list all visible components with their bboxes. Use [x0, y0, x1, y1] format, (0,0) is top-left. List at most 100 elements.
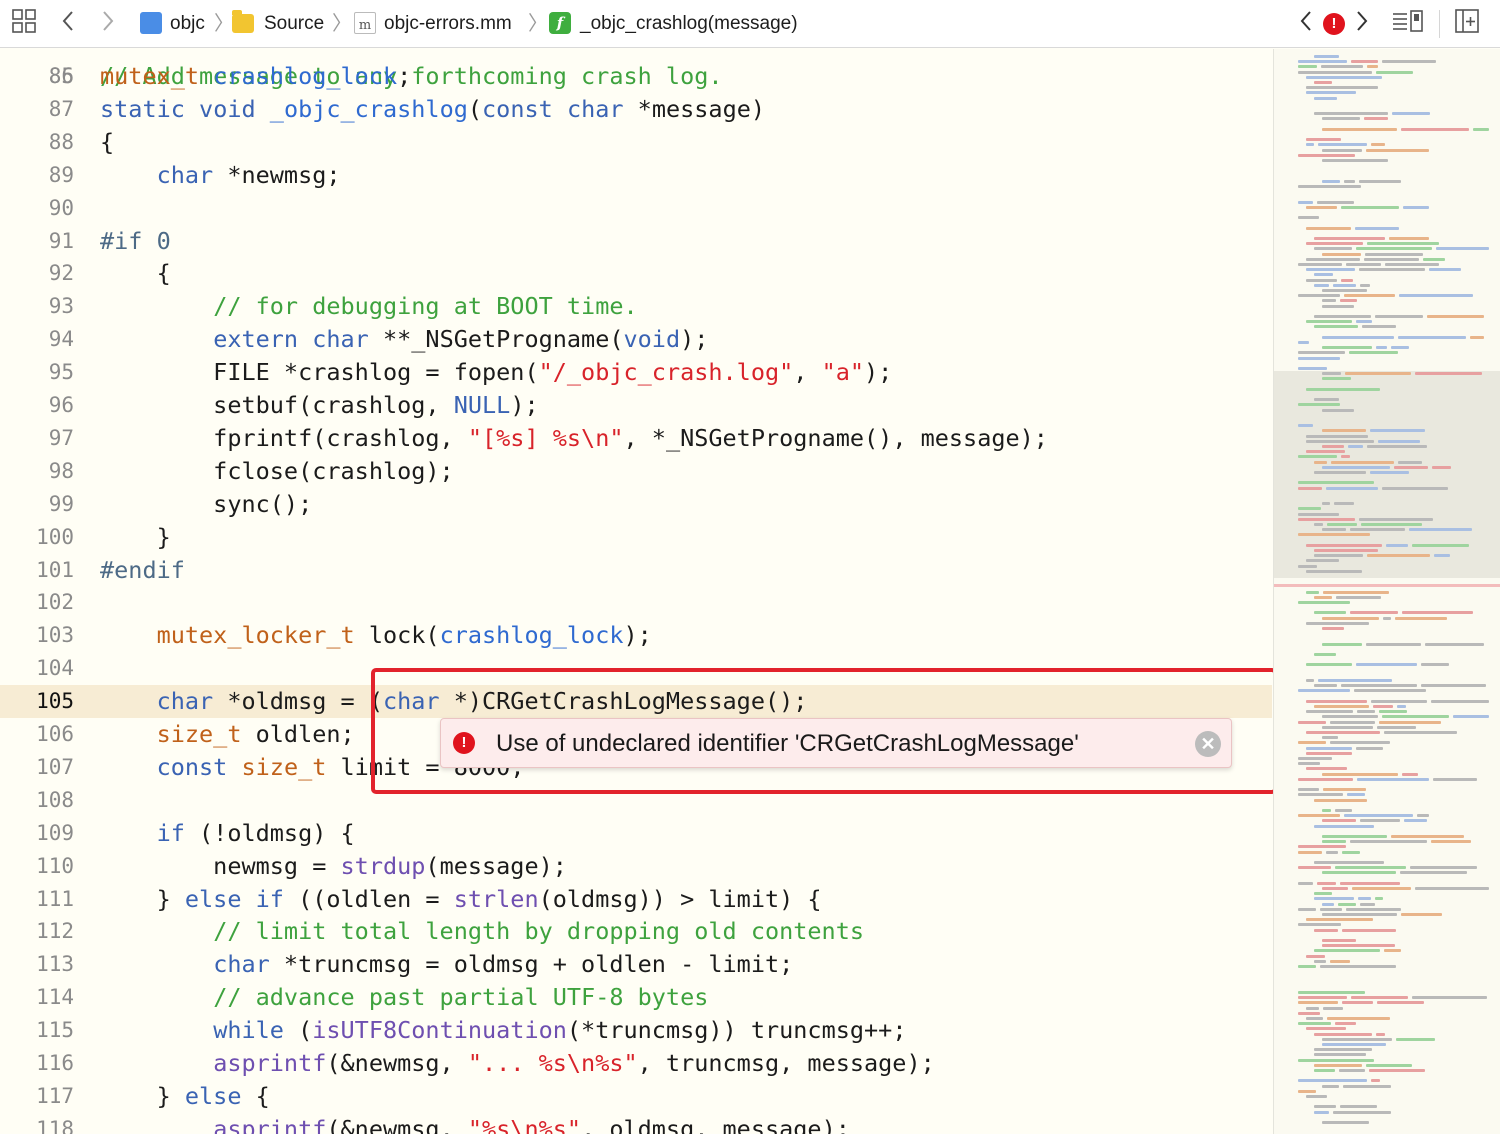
minimap-code-bar [1339, 1069, 1365, 1072]
minimap-code-bar [1354, 689, 1426, 693]
minimap-code-bar [1382, 486, 1448, 490]
code-line-92[interactable]: 92 { [0, 257, 1272, 290]
chevron-right-icon[interactable] [94, 8, 122, 40]
code-text: setbuf(crashlog, NULL); [100, 391, 539, 419]
minimap-code-bar [1322, 528, 1346, 532]
minimap-code-bar [1298, 793, 1343, 797]
code-line-111[interactable]: 111 } else if ((oldlen = strlen(oldmsg))… [0, 883, 1272, 916]
minimap-code-bar [1298, 965, 1316, 968]
chevron-left-icon[interactable] [54, 8, 82, 40]
minimap-code-bar [1342, 850, 1360, 854]
minimap-code-bar [1314, 824, 1374, 828]
code-line-87[interactable]: 87 static void _objc_crashlog(const char … [0, 93, 1272, 126]
code-line-115[interactable]: 115 while (isUTF8Continuation(*truncmsg)… [0, 1014, 1272, 1047]
line-number: 96 [48, 393, 74, 417]
code-line-112[interactable]: 112 // limit total length by dropping ol… [0, 915, 1272, 948]
code-line-110[interactable]: 110 newmsg = strdup(message); [0, 850, 1272, 883]
minimap-code-bar [1306, 569, 1362, 573]
minimap-code-bar [1432, 465, 1451, 469]
minimap-code-bar [1298, 486, 1322, 490]
minimap-code-bar [1322, 304, 1354, 308]
error-annotation[interactable]: ! Use of undeclared identifier 'CRGetCra… [440, 718, 1232, 768]
minimap-code-bar [1298, 341, 1309, 344]
minimap-code-bar [1321, 65, 1363, 69]
code-line-108[interactable]: 108 [0, 784, 1272, 817]
next-issue-chevron-icon[interactable] [1350, 8, 1374, 40]
code-line-103[interactable]: 103 mutex_locker_t lock(crashlog_lock); [0, 619, 1272, 652]
minimap-code-bar [1398, 335, 1466, 339]
minimap-code-bar [1306, 679, 1314, 682]
code-line-86[interactable]: 86 mutex_t crashlog_lock; [0, 60, 1272, 93]
code-text: } else if ((oldlen = strlen(oldmsg)) > l… [100, 884, 822, 913]
code-line-102[interactable]: 102 [0, 586, 1272, 619]
source-editor[interactable]: 85// Add message to any forthcoming cras… [0, 49, 1272, 1134]
code-line-113[interactable]: 113 char *truncmsg = oldmsg + oldlen - l… [0, 948, 1272, 981]
minimap-code-bar [1379, 710, 1407, 714]
minimap-viewport[interactable] [1274, 371, 1500, 578]
minimap-code-bar [1344, 179, 1355, 183]
minimap-code-bar [1359, 517, 1433, 521]
line-number: 89 [48, 162, 74, 187]
code-line-116[interactable]: 116 asprintf(&newmsg, "... %s\n%s", trun… [0, 1047, 1272, 1080]
breadcrumb-function[interactable]: _objc_crashlog(message) [580, 10, 798, 38]
code-line-95[interactable]: 95 FILE *crashlog = fopen("/_objc_crash.… [0, 356, 1272, 389]
minimap-code-bar [1322, 289, 1367, 292]
breadcrumb-file[interactable]: objc-errors.mm [384, 10, 512, 38]
line-number: 106 [36, 722, 74, 746]
minimap-code-bar [1394, 465, 1428, 469]
code-line-94[interactable]: 94 extern char **_NSGetProgname(void); [0, 323, 1272, 356]
minimap-code-bar [1298, 356, 1340, 360]
code-line-118[interactable]: 118 asprintf(&newmsg, "%s\n%s", oldmsg, … [0, 1113, 1272, 1134]
add-editor-icon[interactable] [1452, 8, 1482, 40]
minimap-code-bar [1298, 351, 1345, 355]
minimap[interactable] [1273, 49, 1500, 1134]
error-icon[interactable]: ! [1323, 13, 1345, 35]
minimap-toggle-icon[interactable] [1390, 8, 1426, 40]
minimap-code-bar [1341, 205, 1399, 209]
line-number: 98 [48, 458, 74, 483]
minimap-code-bar [1298, 757, 1332, 760]
code-line-101[interactable]: 101 #endif [0, 554, 1272, 587]
code-text: mutex_t crashlog_lock; [100, 62, 412, 90]
minimap-code-bar [1360, 819, 1400, 823]
minimap-code-bar [1322, 299, 1336, 303]
minimap-code-bar [1402, 772, 1418, 776]
breadcrumb-source[interactable]: Source [264, 10, 324, 38]
minimap-code-bar [1314, 705, 1369, 708]
code-line-104[interactable]: 104 [0, 652, 1272, 685]
previous-issue-chevron-icon[interactable] [1294, 8, 1318, 40]
line-number: 112 [36, 919, 74, 944]
minimap-code-bar [1298, 200, 1313, 204]
code-line-91[interactable]: 91 #if 0 [0, 225, 1272, 258]
minimap-code-bar [1397, 705, 1406, 708]
minimap-code-bar [1314, 549, 1378, 552]
minimap-code-bar [1453, 715, 1489, 719]
minimap-code-bar [1322, 944, 1395, 948]
minimap-code-bar [1306, 751, 1352, 755]
code-line-97[interactable]: 97 fprintf(crashlog, "[%s] %s\n", *_NSGe… [0, 422, 1272, 455]
code-line-109[interactable]: 109 if (!oldmsg) { [0, 817, 1272, 850]
code-line-105[interactable]: 105 char *oldmsg = (char *)CRGetCrashLog… [0, 685, 1272, 719]
code-line-114[interactable]: 114 // advance past partial UTF-8 bytes [0, 981, 1272, 1014]
grid-icon[interactable] [8, 8, 40, 40]
code-text: } [100, 522, 171, 551]
code-line-117[interactable]: 117 } else { [0, 1080, 1272, 1113]
close-icon[interactable]: ✕ [1195, 731, 1221, 757]
code-line-98[interactable]: 98 fclose(crashlog); [0, 455, 1272, 488]
minimap-code-bar [1335, 1022, 1356, 1026]
minimap-code-bar [1340, 881, 1400, 885]
minimap-code-bar [1298, 907, 1316, 911]
minimap-code-bar [1298, 923, 1341, 927]
minimap-code-bar [1314, 1110, 1329, 1114]
minimap-code-bar [1345, 372, 1411, 376]
minimap-code-bar [1395, 616, 1447, 620]
code-line-93[interactable]: 93 // for debugging at BOOT time. [0, 290, 1272, 323]
code-line-90[interactable]: 90 [0, 192, 1272, 225]
code-line-99[interactable]: 99 sync(); [0, 488, 1272, 521]
code-line-89[interactable]: 89 char *newmsg; [0, 159, 1272, 192]
code-line-100[interactable]: 100 } [0, 521, 1272, 554]
code-line-88[interactable]: 88 { [0, 126, 1272, 159]
minimap-code-bar [1306, 320, 1352, 324]
code-line-96[interactable]: 96 setbuf(crashlog, NULL); [0, 389, 1272, 422]
breadcrumb-objc[interactable]: objc [170, 10, 205, 38]
